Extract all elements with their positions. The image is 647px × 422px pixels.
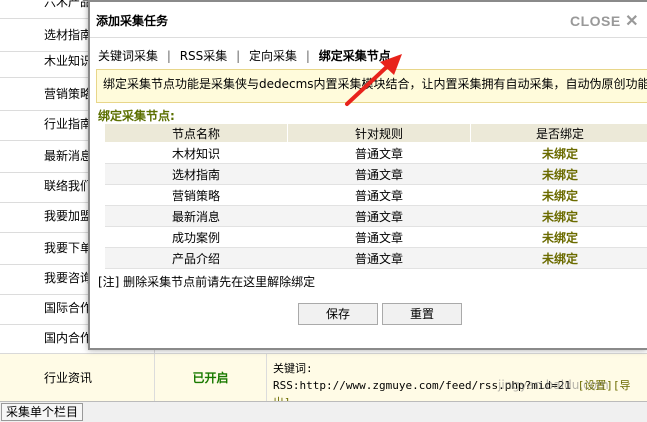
tab-separator: | xyxy=(166,49,171,63)
close-button[interactable]: CLOSE ✕ xyxy=(570,11,639,31)
note-text: [注] 删除采集节点前请先在这里解除绑定 xyxy=(98,275,316,289)
header-node-name: 节点名称 xyxy=(104,123,288,143)
node-name-cell[interactable]: 木材知识 xyxy=(104,142,288,164)
header-rule: 针对规则 xyxy=(287,123,471,143)
node-name-cell[interactable]: 产品介绍 xyxy=(104,247,288,269)
tab-rss-collect[interactable]: RSS采集 xyxy=(180,47,228,64)
bind-status-cell[interactable]: 未绑定 xyxy=(470,184,647,206)
header-bound: 是否绑定 xyxy=(470,123,647,143)
node-name-cell[interactable]: 成功案例 xyxy=(104,226,288,248)
bind-status-cell[interactable]: 未绑定 xyxy=(470,247,647,269)
bind-status-cell[interactable]: 未绑定 xyxy=(470,205,647,227)
rule-cell: 普通文章 xyxy=(287,226,471,248)
table-row: 最新消息 普通文章 未绑定 xyxy=(104,205,647,227)
table-row: 营销策略 普通文章 未绑定 xyxy=(104,184,647,206)
add-collect-task-dialog: 添加采集任务 CLOSE ✕ 关键词采集 | RSS采集 | 定向采集 | 绑定… xyxy=(88,0,647,350)
rule-cell: 普通文章 xyxy=(287,142,471,164)
last-row: 行业资讯 已开启 关键词: RSS:http://www.zgmuye.com/… xyxy=(0,353,647,409)
bind-status-cell[interactable]: 未绑定 xyxy=(470,142,647,164)
nodes-table: 节点名称 针对规则 是否绑定 木材知识 普通文章 未绑定 选材指南 普通文章 未绑定 营销策… xyxy=(104,123,647,269)
reset-button[interactable]: 重置 xyxy=(382,303,462,325)
bottom-bar: 采集单个栏目 xyxy=(0,401,647,422)
close-label: CLOSE xyxy=(569,13,621,29)
node-name-cell[interactable]: 最新消息 xyxy=(104,205,288,227)
dialog-title: 添加采集任务 xyxy=(96,14,169,28)
table-header: 节点名称 针对规则 是否绑定 xyxy=(104,123,647,143)
table-row: 产品介绍 普通文章 未绑定 xyxy=(104,247,647,269)
tab-keyword-collect[interactable]: 关键词采集 xyxy=(98,47,158,64)
section-label: 绑定采集节点: xyxy=(98,109,175,123)
rule-cell: 普通文章 xyxy=(287,205,471,227)
tab-directed-collect[interactable]: 定向采集 xyxy=(249,47,297,64)
collect-single-column-button[interactable]: 采集单个栏目 xyxy=(1,403,84,421)
red-arrow-annotation xyxy=(345,54,402,106)
save-button[interactable]: 保存 xyxy=(298,303,378,325)
rule-cell: 普通文章 xyxy=(287,247,471,269)
row-label: 行业资讯 xyxy=(0,354,155,402)
close-icon: ✕ xyxy=(625,13,639,30)
table-row: 成功案例 普通文章 未绑定 xyxy=(104,226,647,248)
watermark: jingyan.baidu.com xyxy=(498,378,609,392)
tab-separator: | xyxy=(236,49,241,63)
keyword-label: 关键词: xyxy=(273,362,313,375)
rule-cell: 普通文章 xyxy=(287,163,471,185)
node-name-cell[interactable]: 选材指南 xyxy=(104,163,288,185)
bind-status-cell[interactable]: 未绑定 xyxy=(470,226,647,248)
node-name-cell[interactable]: 营销策略 xyxy=(104,184,288,206)
status-badge: 已开启 xyxy=(155,354,267,402)
tab-separator: | xyxy=(305,49,310,63)
table-row: 木材知识 普通文章 未绑定 xyxy=(104,142,647,164)
rule-cell: 普通文章 xyxy=(287,184,471,206)
table-row: 选材指南 普通文章 未绑定 xyxy=(104,163,647,185)
dialog-header: 添加采集任务 CLOSE ✕ xyxy=(90,2,647,38)
bind-status-cell[interactable]: 未绑定 xyxy=(470,163,647,185)
